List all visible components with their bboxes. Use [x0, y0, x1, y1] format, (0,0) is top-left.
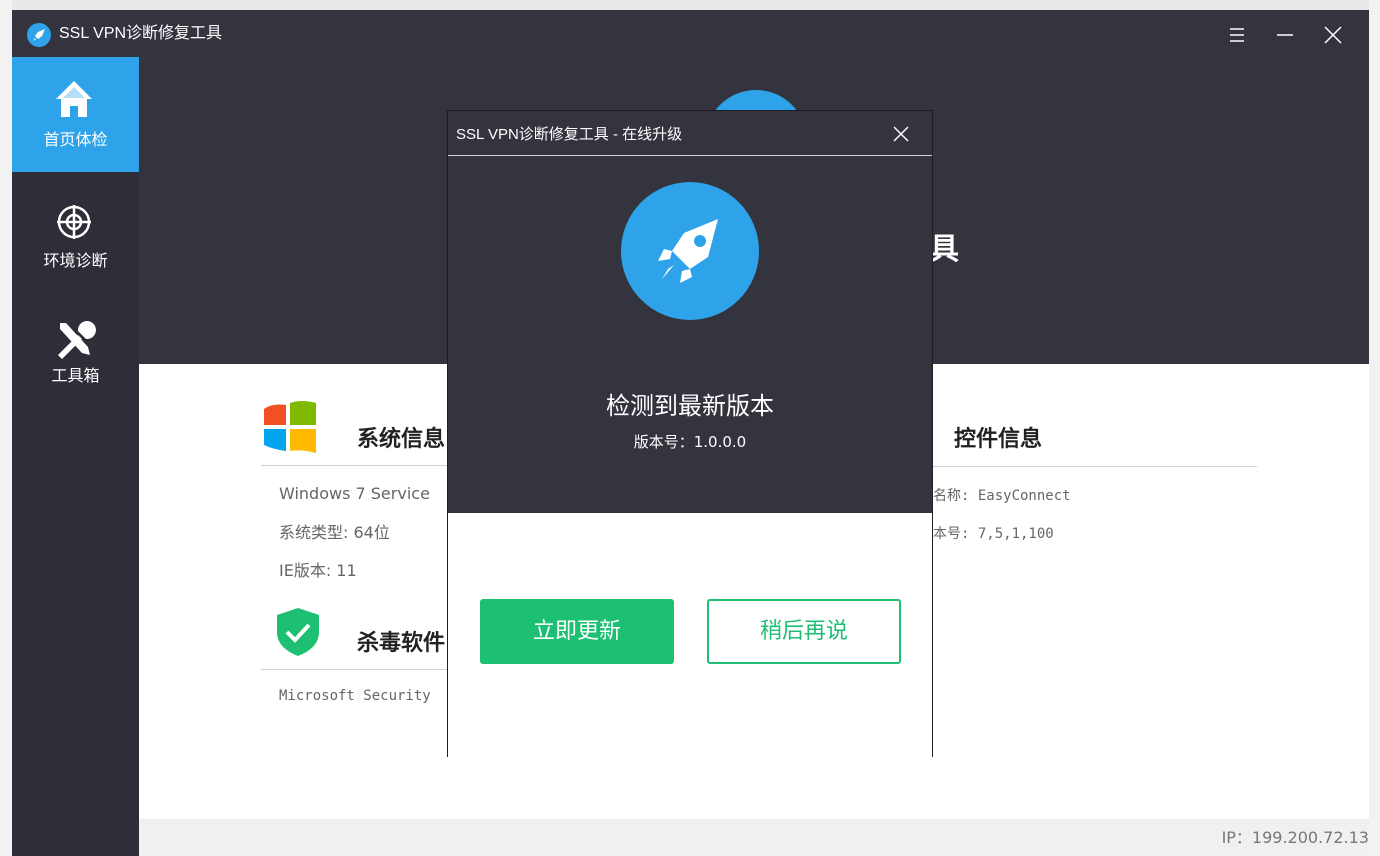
background-left-strip [0, 0, 12, 856]
dialog-header[interactable]: SSL VPN诊断修复工具 - 在线升级 [448, 111, 932, 156]
control-name-text: 名称: EasyConnect [933, 488, 1071, 504]
crosshair-icon [57, 205, 91, 239]
control-version-text: 本号: 7,5,1,100 [933, 526, 1054, 542]
menu-icon [1230, 28, 1244, 42]
app-logo-icon [27, 23, 51, 47]
minimize-button[interactable] [1272, 22, 1298, 48]
divider [933, 466, 1257, 467]
ie-version-text: IE版本: 11 [279, 561, 357, 580]
system-info-title: 系统信息 [357, 427, 446, 452]
sidebar-item-toolbox[interactable]: 工具箱 [12, 297, 139, 412]
sidebar: 首页体检 环境诊断 工具箱 [12, 57, 139, 856]
tools-icon [58, 321, 96, 359]
sidebar-item-label: 环境诊断 [43, 251, 108, 270]
sidebar-item-label: 工具箱 [51, 366, 100, 385]
close-icon [1324, 26, 1342, 44]
title-bar[interactable]: SSL VPN诊断修复工具 [12, 10, 1369, 57]
sidebar-item-env-diagnosis[interactable]: 环境诊断 [12, 182, 139, 297]
remind-later-button[interactable]: 稍后再说 [707, 599, 901, 664]
rocket-icon [658, 219, 718, 283]
dialog-version-text: 版本号：1.0.0.0 [633, 433, 747, 451]
app-window: SSL VPN诊断修复工具 首页体检 环境诊断 工具箱 具 系统信息 Windo… [12, 10, 1369, 856]
divider [261, 465, 447, 466]
dialog-heading: 检测到最新版本 [606, 392, 774, 420]
minimize-icon [1277, 34, 1293, 36]
background-right-strip [1369, 0, 1380, 856]
windows-logo-icon [264, 401, 316, 453]
system-type-text: 系统类型: 64位 [279, 523, 390, 542]
sidebar-item-home-checkup[interactable]: 首页体检 [12, 57, 139, 172]
background-top-strip [0, 0, 1380, 10]
app-title: SSL VPN诊断修复工具 [59, 25, 222, 42]
control-info-title: 控件信息 [954, 427, 1043, 452]
dialog-actions: 立即更新 稍后再说 [448, 513, 932, 757]
close-icon [893, 126, 909, 142]
home-icon [56, 81, 92, 117]
os-version-text: Windows 7 Service [279, 484, 430, 503]
rocket-badge [621, 182, 759, 320]
antivirus-name-text: Microsoft Security [279, 688, 431, 704]
update-dialog: SSL VPN诊断修复工具 - 在线升级 检测到最新版本 版本号：1.0.0.0… [447, 110, 933, 757]
status-bar: IP：199.200.72.13 [139, 819, 1369, 856]
antivirus-title: 杀毒软件 [357, 631, 446, 656]
ip-address-text: IP：199.200.72.13 [1221, 828, 1369, 847]
divider [261, 669, 447, 670]
dialog-close-button[interactable] [890, 123, 912, 145]
dialog-title: SSL VPN诊断修复工具 - 在线升级 [456, 126, 683, 143]
update-now-button[interactable]: 立即更新 [480, 599, 674, 664]
hero-title: 具 [929, 232, 959, 267]
shield-check-icon [277, 608, 319, 656]
sidebar-item-label: 首页体检 [43, 130, 108, 149]
close-button[interactable] [1320, 22, 1346, 48]
menu-button[interactable] [1224, 22, 1250, 48]
